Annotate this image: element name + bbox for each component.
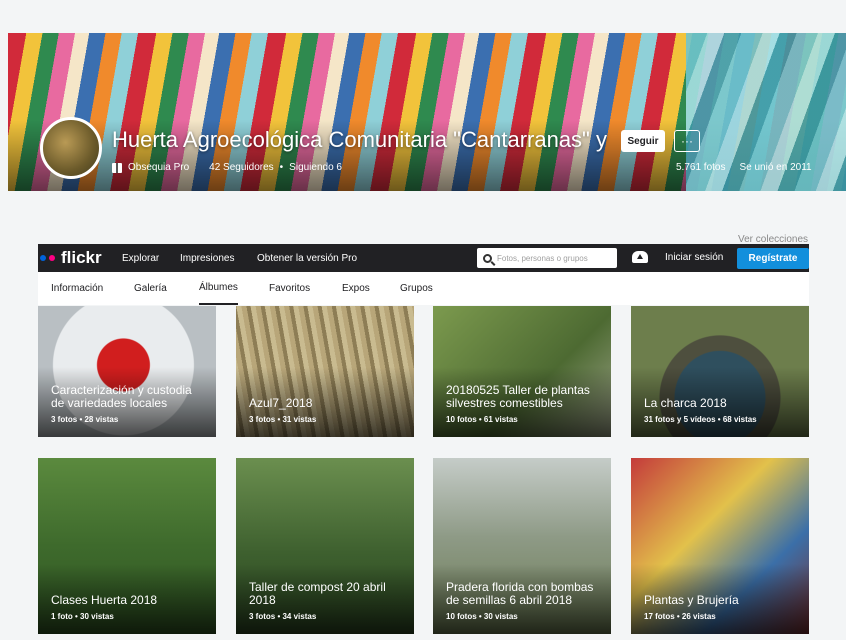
album-title: Taller de compost 20 abril 2018	[249, 580, 386, 607]
album-meta: 10 fotos • 30 vistas	[446, 612, 518, 621]
album-card[interactable]: Clases Huerta 2018 1 foto • 30 vistas	[38, 458, 216, 634]
profile-subline: Obsequia Pro 42 Seguidores • Siguiendo 6	[112, 162, 342, 173]
gift-icon	[112, 162, 122, 173]
album-title: Caracterización y custodia de variedades…	[51, 383, 192, 410]
pro-gift-link[interactable]: Obsequia Pro	[128, 162, 189, 173]
search-icon	[483, 253, 492, 263]
search-input[interactable]: Fotos, personas o grupos	[477, 248, 617, 268]
album-card[interactable]: Azul7_2018 3 fotos • 31 vistas	[236, 306, 414, 437]
album-meta: 31 fotos y 5 vídeos • 68 vistas	[644, 415, 757, 424]
following-link[interactable]: Siguiendo 6	[289, 162, 342, 173]
album-card[interactable]: Taller de compost 20 abril 2018 3 fotos …	[236, 458, 414, 634]
album-title: Pradera florida con bombas de semillas 6…	[446, 580, 594, 607]
album-meta: 1 foto • 30 vistas	[51, 612, 114, 621]
album-card[interactable]: La charca 2018 31 fotos y 5 vídeos • 68 …	[631, 306, 809, 437]
separator-dot: •	[279, 162, 284, 173]
search-placeholder: Fotos, personas o grupos	[497, 253, 588, 263]
album-title: Plantas y Brujería	[644, 593, 739, 607]
album-meta: 3 fotos • 34 vistas	[249, 612, 317, 621]
flickr-logo[interactable]: flickr	[40, 248, 102, 268]
upload-icon[interactable]	[632, 251, 648, 263]
album-card[interactable]: Plantas y Brujería 17 fotos • 26 vistas	[631, 458, 809, 634]
nav-get-pro[interactable]: Obtener la versión Pro	[257, 253, 357, 264]
sign-in-link[interactable]: Iniciar sesión	[665, 252, 723, 263]
album-title: Azul7_2018	[249, 396, 313, 410]
album-card[interactable]: Pradera florida con bombas de semillas 6…	[433, 458, 611, 634]
joined-date: Se unió en 2011	[739, 162, 812, 173]
album-title: La charca 2018	[644, 396, 727, 410]
album-meta: 3 fotos • 31 vistas	[249, 415, 317, 424]
tab-favorites[interactable]: Favoritos	[269, 272, 310, 305]
album-title: Clases Huerta 2018	[51, 593, 158, 607]
logo-blue-dot	[40, 255, 46, 261]
top-navigation-bar: flickr Explorar Impresiones Obtener la v…	[38, 244, 809, 272]
tab-information[interactable]: Información	[51, 272, 103, 305]
album-card[interactable]: Caracterización y custodia de variedades…	[38, 306, 216, 437]
profile-tabs: Información Galería Álbumes Favoritos Ex…	[38, 272, 809, 305]
avatar[interactable]	[40, 117, 102, 179]
album-meta: 10 fotos • 61 vistas	[446, 415, 518, 424]
nav-explore[interactable]: Explorar	[122, 253, 159, 264]
tab-gallery[interactable]: Galería	[134, 272, 167, 305]
follow-button[interactable]: Seguir	[621, 130, 665, 152]
tab-groups[interactable]: Grupos	[400, 272, 433, 305]
followers-link[interactable]: 42 Seguidores	[209, 162, 274, 173]
album-meta: 17 fotos • 26 vistas	[644, 612, 716, 621]
tab-expos[interactable]: Expos	[342, 272, 370, 305]
album-card[interactable]: 20180525 Taller de plantas silvestres co…	[433, 306, 611, 437]
logo-text: flickr	[61, 248, 102, 267]
photo-count: 5.761 fotos	[676, 162, 726, 173]
album-title: 20180525 Taller de plantas silvestres co…	[446, 383, 590, 410]
profile-name: Huerta Agroecológica Comunitaria "Cantar…	[112, 127, 607, 152]
more-options-button[interactable]: ···	[674, 130, 700, 152]
profile-stats: 5.761 fotos Se unió en 2011	[676, 162, 812, 173]
album-meta: 3 fotos • 28 vistas	[51, 415, 119, 424]
nav-prints[interactable]: Impresiones	[180, 253, 234, 264]
tab-albums[interactable]: Álbumes	[199, 272, 238, 305]
sign-up-button[interactable]: Regístrate	[737, 248, 809, 269]
logo-pink-dot	[49, 255, 55, 261]
